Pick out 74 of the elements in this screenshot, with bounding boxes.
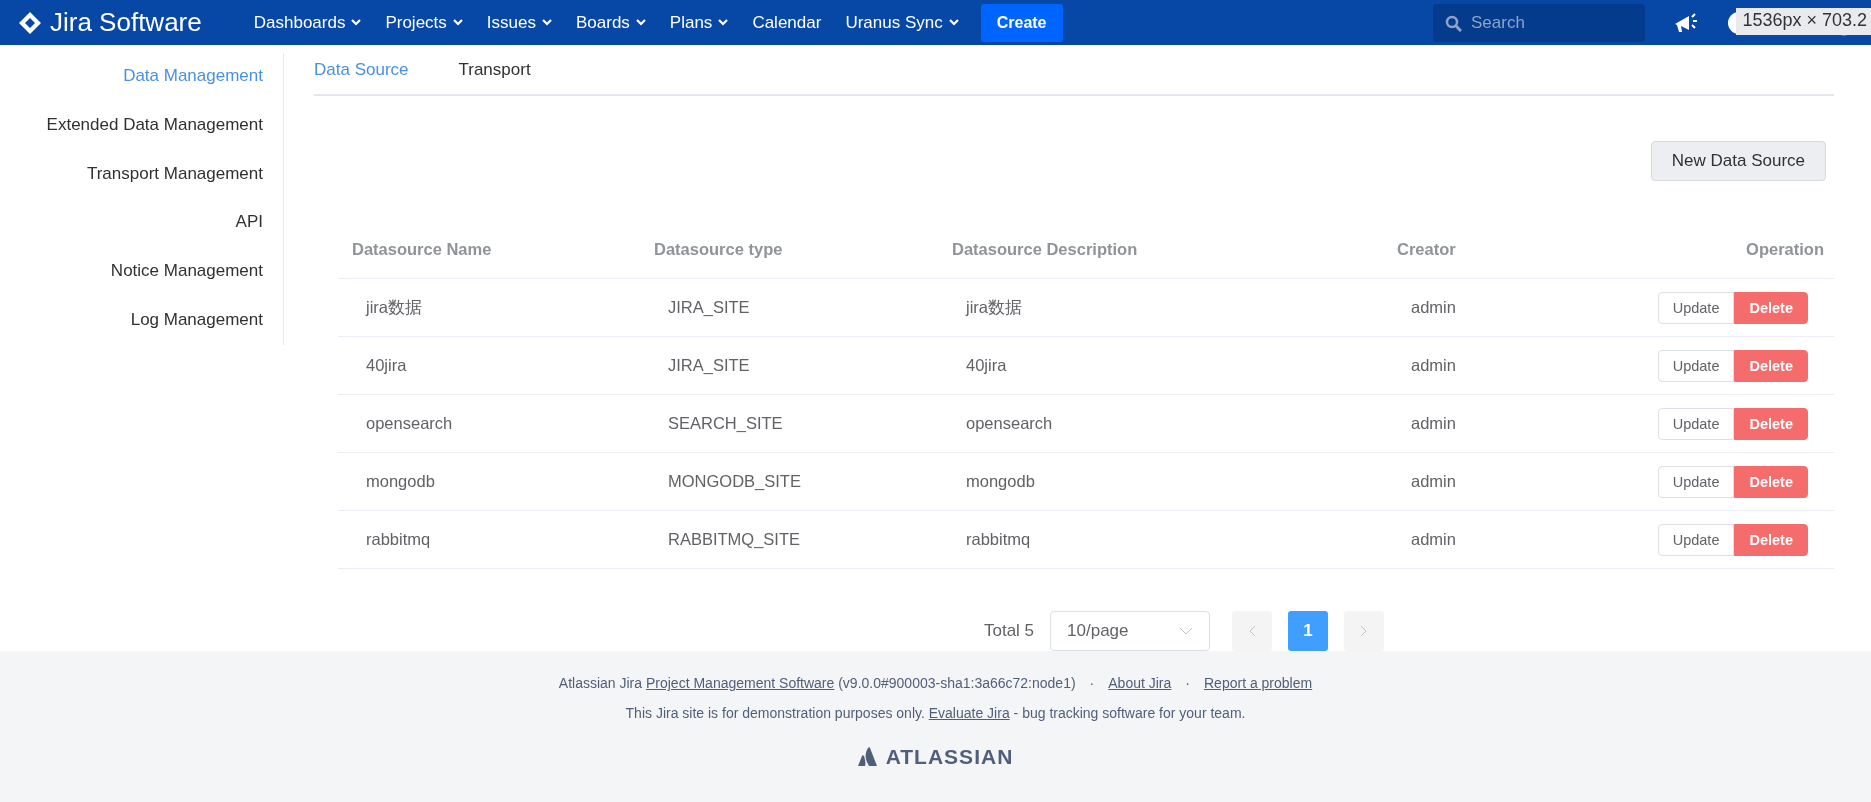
chevron-down-icon (635, 19, 646, 27)
product-logo-text: Jira Software (50, 7, 202, 39)
footer-text: This Jira site is for demonstration purposes only. Evaluate Jira - bug tracking software for your team. (625, 705, 1246, 722)
page-size-select[interactable]: 10/page (1050, 611, 1211, 652)
chevron-down-icon (541, 19, 552, 27)
update-button[interactable]: Update (1657, 407, 1735, 440)
next-page-button[interactable] (1344, 611, 1385, 652)
megaphone-icon[interactable] (1673, 11, 1699, 34)
table-cell: rabbitmq (338, 511, 640, 570)
search-field[interactable]: Search (1433, 3, 1645, 42)
nav-menu-item[interactable]: Plans (657, 2, 741, 43)
nav-menu-item[interactable]: Projects (373, 2, 475, 43)
create-button[interactable]: Create (980, 3, 1063, 42)
atlassian-wordmark: ATLASSIAN (885, 745, 1014, 770)
table-cell: admin (1383, 395, 1574, 454)
column-header: Datasource type (640, 221, 938, 280)
sidebar-item[interactable]: Data Management (123, 53, 263, 103)
table-cell: admin (1383, 453, 1574, 512)
jira-logo-icon (18, 10, 42, 35)
column-header: Operation (1574, 221, 1834, 280)
table-cell: 40jira (338, 337, 640, 396)
chevron-left-icon (1248, 625, 1257, 638)
update-button[interactable]: Update (1657, 291, 1735, 324)
table-cell: opensearch (338, 395, 640, 454)
table-cell: mongodb (338, 453, 640, 512)
table-cell: RABBITMQ_SITE (640, 511, 938, 570)
table-cell: mongodb (938, 453, 1383, 512)
sidebar-item[interactable]: API (235, 199, 263, 249)
column-header: Datasource Description (938, 221, 1383, 280)
footer-link[interactable]: Evaluate Jira (928, 705, 1010, 722)
chevron-down-icon (718, 19, 729, 27)
nav-menu-item[interactable]: Uranus Sync (833, 2, 971, 43)
table-cell: admin (1383, 279, 1574, 338)
nav-menu-item[interactable]: Calendar (740, 2, 834, 43)
new-data-source-button[interactable]: New Data Source (1650, 141, 1826, 182)
sidebar-item[interactable]: Transport Management (86, 150, 263, 200)
footer-link[interactable]: Project Management Software (645, 675, 835, 692)
nav-menu-item[interactable]: Dashboards (241, 2, 374, 43)
update-button[interactable]: Update (1657, 523, 1735, 556)
total-count: Total 5 (983, 621, 1035, 642)
table-cell: 40jira (938, 337, 1383, 396)
chevron-right-icon (1360, 625, 1369, 638)
table-cell: jira数据 (338, 279, 640, 338)
chevron-down-icon (948, 19, 959, 27)
table-cell: admin (1383, 337, 1574, 396)
viewport-size-tooltip: 1536px × 703.2 (1736, 8, 1871, 35)
table-cell: admin (1383, 511, 1574, 570)
footer-link[interactable]: About Jira (1108, 675, 1172, 692)
footer-link[interactable]: Report a problem (1204, 675, 1313, 692)
table-cell: MONGODB_SITE (640, 453, 938, 512)
nav-menu-item[interactable]: Boards (563, 2, 658, 43)
table-cell: SEARCH_SITE (640, 395, 938, 454)
table-cell: rabbitmq (938, 511, 1383, 570)
update-button[interactable]: Update (1657, 349, 1735, 382)
table-cell: JIRA_SITE (640, 337, 938, 396)
footer-text: Atlassian Jira Project Management Software (v9.0.0#900003-sha1:3a66c72:node1) · About Jira · Report a problem (558, 675, 1313, 692)
sidebar-item[interactable]: Log Management (130, 296, 263, 346)
chevron-down-icon (351, 19, 362, 27)
search-icon (1445, 14, 1462, 32)
sidebar-item[interactable]: Notice Management (110, 248, 263, 297)
table-cell: jira数据 (938, 279, 1383, 338)
chevron-down-icon (1179, 627, 1194, 636)
tab[interactable]: Data Source (314, 59, 409, 80)
column-header: Creator (1383, 221, 1574, 280)
chevron-down-icon (452, 19, 463, 27)
previous-page-button[interactable] (1232, 611, 1273, 652)
update-button[interactable]: Update (1657, 465, 1735, 498)
column-header: Datasource Name (338, 221, 640, 280)
table-cell: opensearch (938, 395, 1383, 454)
nav-menu-item[interactable]: Issues (474, 2, 564, 43)
sidebar-item[interactable]: Extended Data Management (46, 102, 263, 151)
atlassian-logo-icon (857, 747, 878, 768)
tab[interactable]: Transport (458, 59, 531, 80)
table-cell: JIRA_SITE (640, 279, 938, 338)
